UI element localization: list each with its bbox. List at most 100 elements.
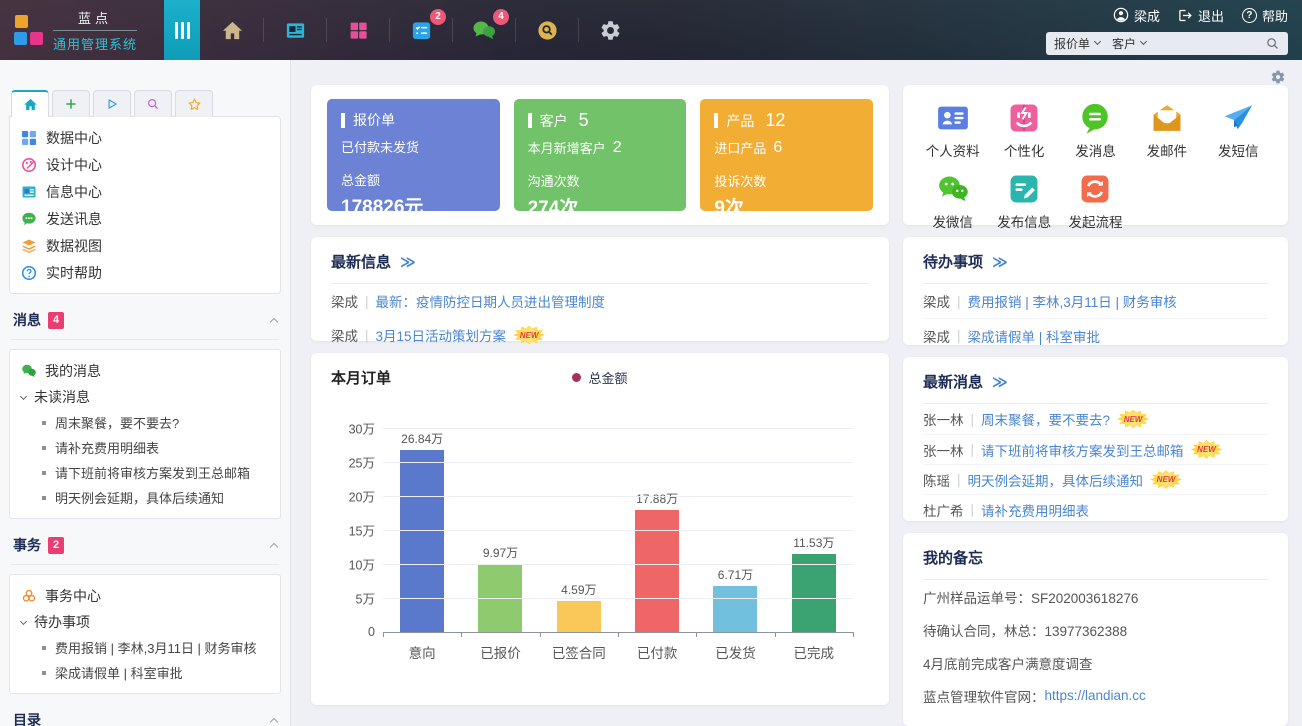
nav-active-module-button[interactable] (164, 0, 200, 60)
bullet-icon (42, 671, 46, 675)
home-icon (23, 97, 38, 112)
more-link[interactable]: ≫ (992, 373, 1008, 391)
apps-grid-button[interactable] (340, 12, 376, 48)
sidebar-item-info-center[interactable]: 信息中心 (21, 178, 269, 205)
quick-search-button[interactable] (529, 12, 565, 48)
unread-message-item[interactable]: 周末聚餐，要不要去? (21, 410, 269, 435)
unread-message-item[interactable]: 请下班前将审核方案发到王总邮箱 (21, 460, 269, 485)
info-link[interactable]: 3月15日活动策划方案 (376, 325, 507, 345)
sidebar-item-design-center[interactable]: 设计中心 (21, 151, 269, 178)
collapse-icon[interactable] (270, 543, 278, 551)
chart-bar[interactable] (635, 510, 679, 632)
message-link[interactable]: 明天例会延期，具体后续通知 (968, 470, 1144, 490)
sidebar-item-data-center[interactable]: 数据中心 (21, 124, 269, 151)
stat-card-products[interactable]: 产品12 进口产品6 投诉次数 9次 (700, 99, 873, 211)
news-button[interactable] (277, 12, 313, 48)
message-link[interactable]: 请下班前将审核方案发到王总邮箱 (981, 440, 1184, 460)
my-messages-item[interactable]: 我的消息 (21, 358, 269, 384)
sidebar-item-send-message[interactable]: 发送讯息 (21, 205, 269, 232)
chart-bar[interactable] (792, 554, 836, 632)
chart-bar[interactable] (713, 586, 757, 632)
sidebar-tab-add[interactable] (52, 90, 90, 117)
quick-actions-panel: 个人资料 个性化 发消息 发邮件 (903, 85, 1288, 225)
x-axis-tick (618, 632, 619, 637)
stat-card-customers[interactable]: 客户5 本月新增客户2 沟通次数 274次 (514, 99, 687, 211)
todo-link[interactable]: 费用报销 | 李林,3月11日 | 财务审核 (968, 291, 1177, 311)
gridline (383, 530, 853, 531)
app-logo[interactable]: 蓝点 通用管理系统 (0, 0, 158, 60)
sidebar-tab-home[interactable] (11, 90, 49, 117)
action-send-email[interactable]: 发邮件 (1131, 101, 1202, 160)
action-start-workflow[interactable]: 发起流程 (1060, 172, 1131, 231)
memo-panel: 我的备忘 广州样品运单号：SF202003618276 待确认合同，林总：139… (903, 533, 1288, 726)
task-center-item[interactable]: 事务中心 (21, 583, 269, 609)
sidebar-item-data-views[interactable]: 数据视图 (21, 232, 269, 259)
home-button[interactable] (214, 12, 250, 48)
separator: | (957, 294, 961, 309)
chat-bubbles-icon (471, 18, 497, 42)
unread-message-item[interactable]: 明天例会延期，具体后续通知 (21, 485, 269, 510)
chevron-down-icon (20, 392, 27, 399)
author-name: 张一林 (923, 409, 964, 429)
todo-link[interactable]: 梁成请假单 | 科室审批 (968, 326, 1101, 346)
new-badge: NEW (1191, 440, 1223, 459)
catalog-section-header[interactable]: 目录 (11, 710, 279, 726)
profile-card-icon (936, 101, 970, 135)
info-link[interactable]: 最新：疫情防控日期人员进出管理制度 (376, 291, 606, 311)
logout-link[interactable]: 退出 (1178, 6, 1224, 25)
search-icon[interactable] (1265, 36, 1280, 51)
action-send-message[interactable]: 发消息 (1060, 101, 1131, 160)
page-settings-gear-icon[interactable] (1270, 69, 1286, 85)
action-label: 发微信 (932, 211, 973, 231)
tasks-button[interactable]: 2 (403, 12, 439, 48)
help-link[interactable]: ? 帮助 (1242, 6, 1288, 25)
current-user-link[interactable]: 梁成 (1113, 6, 1160, 25)
sidebar-item-live-help[interactable]: 实时帮助 (21, 259, 269, 286)
star-icon (187, 97, 202, 112)
message-row: 杜广希| 请补充费用明细表 (923, 494, 1268, 524)
chart-bar[interactable] (400, 450, 444, 633)
stat-title: 报价单 (353, 110, 395, 130)
content-area: 报价单 已付款未发货 总金额 178826元 客户5 本月新增客户2 沟通次数 … (291, 60, 1302, 726)
message-link[interactable]: 周末聚餐，要不要去? (981, 409, 1110, 429)
action-personalize[interactable]: 个性化 (988, 101, 1059, 160)
chart-bar[interactable] (557, 601, 601, 632)
message-bubble-icon (1078, 101, 1112, 135)
nav-divider (326, 18, 327, 42)
message-text: 周末聚餐，要不要去? (55, 413, 179, 432)
message-link[interactable]: 请补充费用明细表 (981, 500, 1089, 520)
current-user-name: 梁成 (1134, 6, 1160, 25)
todo-item[interactable]: 梁成请假单 | 科室审批 (21, 660, 269, 685)
collapse-icon[interactable] (270, 718, 278, 726)
unread-messages-item[interactable]: 未读消息 (21, 384, 269, 410)
action-profile[interactable]: 个人资料 (917, 101, 988, 160)
sidebar-tab-search[interactable] (134, 90, 172, 117)
sidebar-tab-run[interactable] (93, 90, 131, 117)
content-columns: 报价单 已付款未发货 总金额 178826元 客户5 本月新增客户2 沟通次数 … (311, 85, 1288, 726)
search-filter-quote-dropdown[interactable]: 报价单 (1054, 35, 1100, 52)
messages-section-header[interactable]: 消息 4 (11, 310, 279, 340)
messages-button[interactable]: 4 (466, 12, 502, 48)
more-link[interactable]: ≫ (992, 253, 1008, 271)
more-link[interactable]: ≫ (400, 253, 416, 271)
todo-items-node[interactable]: 待办事项 (21, 609, 269, 635)
stat-title: 产品 (726, 111, 754, 131)
sidebar-tab-favorites[interactable] (175, 90, 213, 117)
search-filter-customer-dropdown[interactable]: 客户 (1112, 35, 1146, 52)
section-title: 消息 (13, 310, 41, 330)
action-publish-info[interactable]: 发布信息 (988, 172, 1059, 231)
action-send-sms[interactable]: 发短信 (1203, 101, 1274, 160)
todo-item[interactable]: 费用报销 | 李林,3月11日 | 财务审核 (21, 635, 269, 660)
stat-title-count: 5 (579, 110, 589, 131)
action-send-wechat[interactable]: 发微信 (917, 172, 988, 231)
memo-link[interactable]: https://landian.cc (1045, 688, 1146, 703)
tasks-section-header[interactable]: 事务 2 (11, 535, 279, 565)
collapse-icon[interactable] (270, 318, 278, 326)
info-center-icon (21, 184, 37, 200)
stat-card-quotes[interactable]: 报价单 已付款未发货 总金额 178826元 (327, 99, 500, 211)
panel-title: 我的备忘 (923, 547, 983, 568)
logo-subtitle: 通用管理系统 (53, 31, 137, 53)
settings-button[interactable] (592, 12, 628, 48)
search-input[interactable] (1158, 36, 1265, 50)
unread-message-item[interactable]: 请补充费用明细表 (21, 435, 269, 460)
